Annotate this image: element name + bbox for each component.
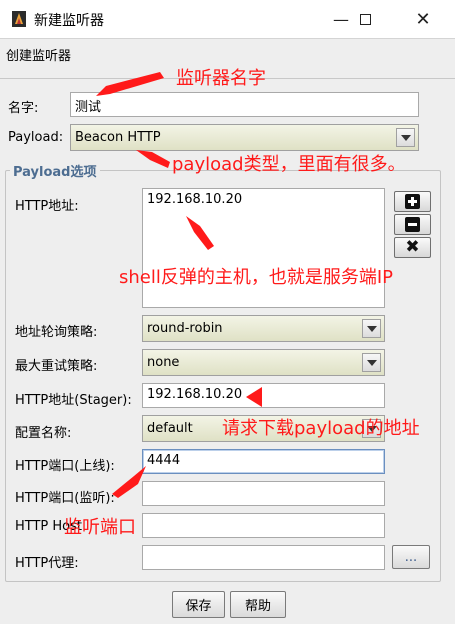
minus-icon bbox=[405, 217, 420, 232]
host-stager-label: HTTP地址(Stager): bbox=[15, 393, 132, 408]
payload-select[interactable]: Beacon HTTP bbox=[70, 124, 419, 151]
chevron-down-icon[interactable] bbox=[396, 128, 415, 147]
annotation-port: 监听端口 bbox=[64, 517, 136, 538]
rotate-select-value: round-robin bbox=[147, 321, 223, 336]
help-button[interactable]: 帮助 bbox=[230, 591, 286, 618]
close-button[interactable]: ✕ bbox=[400, 0, 446, 38]
window-title: 新建监听器 bbox=[34, 13, 104, 29]
proxy-label: HTTP代理: bbox=[15, 556, 79, 571]
http-hosts-list[interactable]: 192.168.10.20 bbox=[142, 188, 385, 308]
port-c2-input[interactable]: 4444 bbox=[142, 449, 385, 474]
rotate-label: 地址轮询策略: bbox=[15, 325, 98, 340]
max-retry-select-value: none bbox=[147, 355, 180, 370]
profile-label: 配置名称: bbox=[15, 426, 72, 441]
maximize-icon bbox=[359, 13, 371, 25]
port-bind-input[interactable] bbox=[142, 481, 385, 506]
proxy-input[interactable] bbox=[142, 545, 385, 570]
host-stager-input[interactable]: 192.168.10.20 bbox=[142, 383, 385, 408]
max-retry-label: 最大重试策略: bbox=[15, 359, 98, 374]
annotation-name: 监听器名字 bbox=[176, 68, 266, 89]
port-bind-label: HTTP端口(监听): bbox=[15, 491, 115, 506]
name-input[interactable]: 测试 bbox=[70, 92, 419, 117]
annotation-payload: payload类型，里面有很多。 bbox=[172, 154, 406, 175]
profile-select-value: default bbox=[147, 421, 193, 436]
list-item[interactable]: 192.168.10.20 bbox=[147, 192, 380, 207]
http-hosts-label: HTTP地址: bbox=[15, 199, 79, 214]
close-icon: ✕ bbox=[415, 8, 431, 30]
chevron-down-icon[interactable] bbox=[362, 319, 381, 338]
clear-hosts-button[interactable]: ✖ bbox=[394, 237, 431, 258]
maximize-button[interactable] bbox=[342, 0, 388, 38]
add-host-button[interactable] bbox=[394, 191, 431, 212]
annotation-stager: 请求下载payload的地址 bbox=[222, 418, 420, 439]
host-header-input[interactable] bbox=[142, 513, 385, 538]
annotation-host: shell反弹的主机，也就是服务端IP bbox=[119, 267, 394, 288]
remove-host-button[interactable] bbox=[394, 214, 431, 235]
payload-label: Payload: bbox=[8, 130, 64, 145]
rotate-select[interactable]: round-robin bbox=[142, 315, 385, 342]
name-label: 名字: bbox=[8, 101, 39, 116]
chevron-down-icon[interactable] bbox=[362, 353, 381, 372]
x-icon: ✖ bbox=[405, 237, 420, 257]
port-c2-label: HTTP端口(上线): bbox=[15, 459, 115, 474]
payload-options-title: Payload选项 bbox=[10, 161, 100, 180]
plus-icon bbox=[405, 194, 420, 209]
save-button[interactable]: 保存 bbox=[172, 591, 225, 618]
max-retry-select[interactable]: none bbox=[142, 349, 385, 376]
dialog-header: 创建监听器 bbox=[6, 49, 72, 64]
cobalt-strike-icon bbox=[11, 10, 27, 28]
proxy-browse-button[interactable]: ... bbox=[392, 545, 430, 569]
payload-select-value: Beacon HTTP bbox=[75, 130, 161, 145]
